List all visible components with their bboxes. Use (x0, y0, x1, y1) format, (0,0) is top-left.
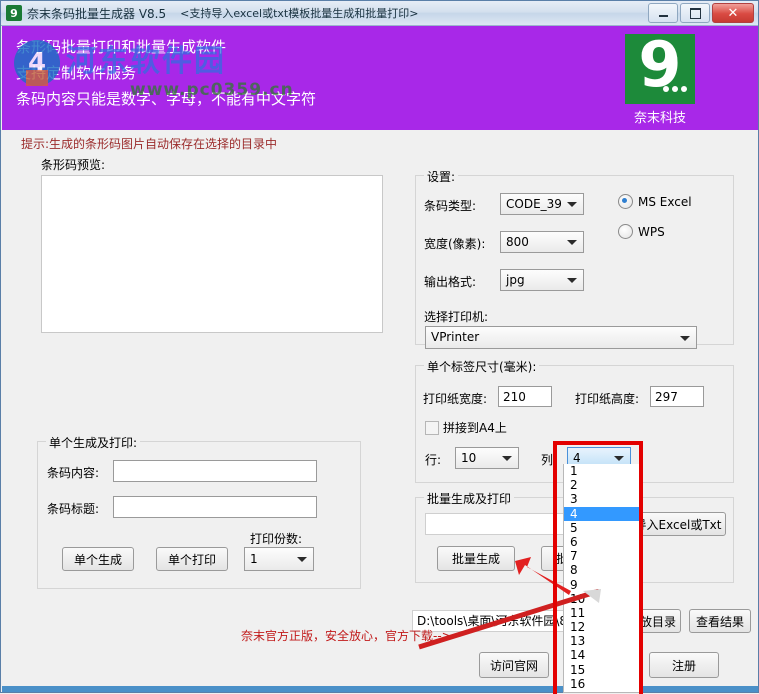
close-icon: ✕ (727, 5, 739, 21)
cols-option[interactable]: 3 (564, 492, 640, 506)
cols-option[interactable]: 8 (564, 563, 640, 577)
cols-option[interactable]: 6 (564, 535, 640, 549)
checkbox-icon (425, 420, 439, 435)
window-subtitle: <支持导入excel或txt模板批量生成和批量打印> (180, 7, 419, 20)
radio-wps[interactable]: WPS (618, 224, 665, 239)
promo-text: 奈末官方正版，安全放心，官方下载--> (241, 629, 452, 643)
merge-a4-checkbox[interactable]: 拼接到A4上 (425, 419, 507, 436)
status-bar (2, 686, 758, 692)
radio-unselected-icon (618, 224, 633, 239)
single-generate-group-title: 单个生成及打印: (46, 434, 141, 451)
rows-value: 10 (461, 451, 477, 465)
format-value: jpg (506, 273, 525, 287)
logo-dots-icon (663, 86, 687, 92)
chevron-down-icon (502, 456, 512, 461)
cols-label: 列: (541, 453, 558, 467)
paper-width-label: 打印纸宽度: (423, 392, 488, 406)
chevron-down-icon (567, 240, 577, 245)
preview-label: 条形码预览: (41, 158, 106, 172)
visit-website-button[interactable]: 访问官网 (479, 652, 549, 678)
radio-selected-icon (618, 194, 633, 209)
cols-option[interactable]: 2 (564, 478, 640, 492)
label-size-group-title: 单个标签尺寸(毫米): (424, 358, 540, 375)
barcode-type-value: CODE_39 (506, 197, 562, 211)
single-generate-button[interactable]: 单个生成 (62, 547, 134, 571)
banner-line-1: 条形码批量打印和批量生成软件 (16, 38, 227, 56)
maximize-icon (689, 7, 701, 19)
barcode-preview-area (41, 175, 383, 333)
width-value: 800 (506, 235, 529, 249)
company-logo: 9 奈末科技 (617, 30, 703, 126)
barcode-type-label: 条码类型: (424, 199, 477, 213)
copies-value: 1 (250, 552, 258, 566)
format-combobox[interactable]: jpg (500, 269, 584, 291)
printer-value: VPrinter (431, 330, 480, 344)
chevron-down-icon (567, 202, 577, 207)
cols-dropdown-list[interactable]: 1 2 3 4 5 6 7 8 9 10 11 12 13 14 15 16 (563, 464, 641, 693)
title-bar: 9 奈末条码批量生成器 V8.5 <支持导入excel或txt模板批量生成和批量… (1, 1, 758, 26)
cols-option[interactable]: 12 (564, 620, 640, 634)
cols-option[interactable]: 13 (564, 634, 640, 648)
batch-generate-button[interactable]: 批量生成 (437, 546, 515, 571)
copies-label: 打印份数: (250, 532, 303, 546)
register-button[interactable]: 注册 (649, 652, 719, 678)
barcode-title-label: 条码标题: (47, 502, 100, 516)
cols-option[interactable]: 1 (564, 464, 640, 478)
paper-height-label: 打印纸高度: (575, 392, 640, 406)
window-title: 奈末条码批量生成器 V8.5 (27, 6, 167, 21)
banner-line-3: 条码内容只能是数字、字母，不能有中文字符 (16, 90, 317, 108)
minimize-icon (658, 15, 668, 17)
cols-option[interactable]: 10 (564, 592, 640, 606)
batch-group-title: 批量生成及打印 (424, 490, 515, 507)
logo-tile: 9 (625, 30, 695, 104)
cols-option[interactable]: 16 (564, 677, 640, 691)
cols-option-selected[interactable]: 4 (564, 506, 640, 521)
merge-a4-label: 拼接到A4上 (443, 421, 507, 435)
radio-ms-excel-label: MS Excel (638, 194, 692, 209)
cols-option[interactable]: 7 (564, 549, 640, 563)
maximize-button[interactable] (680, 3, 710, 23)
banner-text-block: 条形码批量打印和批量生成软件 支持定制软件服务 条码内容只能是数字、字母，不能有… (16, 34, 316, 112)
view-result-button[interactable]: 查看结果 (689, 609, 751, 633)
import-excel-or-txt-button[interactable]: 导入Excel或Txt (630, 512, 726, 536)
radio-wps-label: WPS (638, 224, 665, 239)
printer-label: 选择打印机: (424, 310, 489, 324)
promo-banner: 条形码批量打印和批量生成软件 支持定制软件服务 条码内容只能是数字、字母，不能有… (2, 26, 758, 130)
single-generate-group: 单个生成及打印: 条码内容: 条码标题: 打印份数: 单个生成 单个打印 1 (37, 434, 361, 589)
logo-caption: 奈末科技 (633, 111, 686, 126)
barcode-content-label: 条码内容: (47, 466, 100, 480)
settings-group: 设置: 条码类型: CODE_39 宽度(像素): 800 输出格式: jpg … (415, 168, 734, 345)
copies-combobox[interactable]: 1 (244, 547, 314, 571)
minimize-button[interactable] (648, 3, 678, 23)
app-icon: 9 (6, 5, 22, 21)
cols-option[interactable]: 11 (564, 606, 640, 620)
close-button[interactable]: ✕ (712, 3, 754, 23)
paper-width-input[interactable]: 210 (498, 386, 552, 407)
barcode-title-input[interactable] (113, 496, 317, 518)
cols-option[interactable]: 15 (564, 663, 640, 677)
width-label: 宽度(像素): (424, 237, 486, 251)
single-print-button[interactable]: 单个打印 (156, 547, 228, 571)
printer-combobox[interactable]: VPrinter (425, 326, 697, 349)
chevron-down-icon (680, 335, 690, 341)
format-label: 输出格式: (424, 275, 477, 289)
cols-option[interactable]: 5 (564, 521, 640, 535)
window-controls: ✕ (648, 3, 754, 23)
hint-text: 提示:生成的条形码图片自动保存在选择的目录中 (21, 137, 278, 151)
radio-ms-excel[interactable]: MS Excel (618, 194, 692, 209)
rows-label: 行: (425, 453, 442, 467)
cols-option[interactable]: 9 (564, 578, 640, 592)
barcode-type-combobox[interactable]: CODE_39 (500, 193, 584, 215)
width-combobox[interactable]: 800 (500, 231, 584, 253)
barcode-content-input[interactable] (113, 460, 317, 482)
paper-height-input[interactable]: 297 (650, 386, 704, 407)
cols-option[interactable]: 14 (564, 648, 640, 662)
settings-group-title: 设置: (424, 168, 459, 185)
chevron-down-icon (567, 278, 577, 283)
chevron-down-icon (614, 456, 624, 461)
application-window: 9 奈末条码批量生成器 V8.5 <支持导入excel或txt模板批量生成和批量… (0, 0, 759, 694)
chevron-down-icon (297, 557, 307, 562)
rows-combobox[interactable]: 10 (455, 447, 519, 469)
banner-line-2: 支持定制软件服务 (16, 64, 137, 82)
